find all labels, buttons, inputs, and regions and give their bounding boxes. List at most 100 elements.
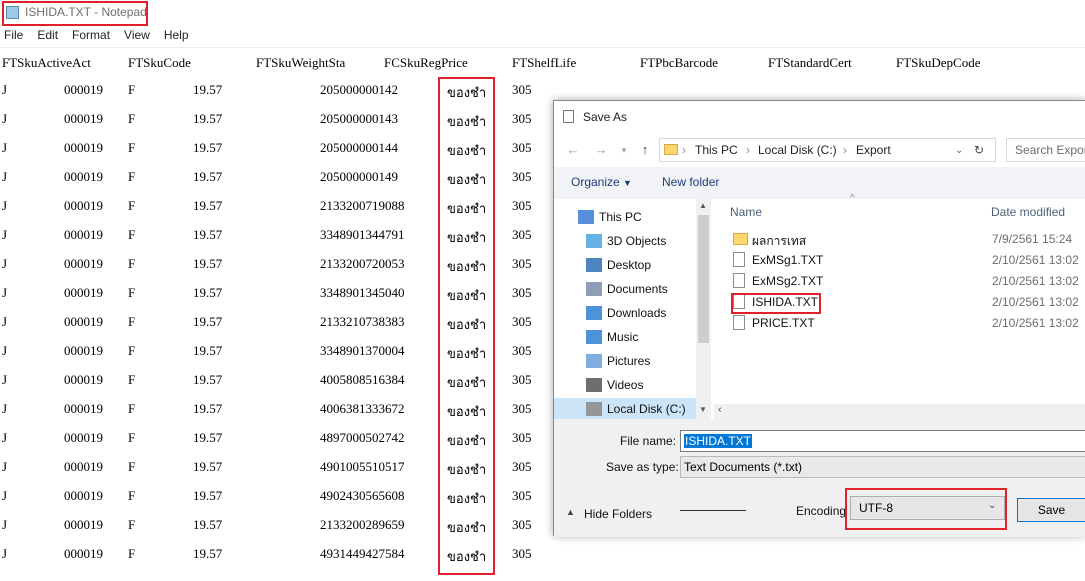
row-sku-code: 000019 — [64, 198, 103, 213]
menu-file[interactable]: File — [4, 28, 23, 46]
header-ftskuactiveact: FTSkuActiveAct — [2, 55, 91, 70]
file-name-input[interactable]: ISHIDA.TXT — [680, 430, 1085, 452]
navigation-pane: This PC 3D Objects Desktop Documents Downloa… — [554, 199, 696, 420]
row-weight-flag: F — [128, 430, 136, 445]
menu-view[interactable]: View — [124, 28, 150, 46]
organize-label: Organize — [571, 175, 620, 189]
row-shelf-life: 305 — [512, 546, 532, 561]
divider-line — [680, 510, 746, 511]
row-weight-flag: F — [128, 546, 136, 561]
desktop-icon — [586, 258, 602, 272]
column-name[interactable]: Name — [730, 205, 762, 219]
save-button[interactable]: Save — [1017, 498, 1085, 522]
text-file-icon — [733, 273, 745, 288]
row-barcode: 4901005510517 — [320, 459, 405, 474]
file-row[interactable]: PRICE.TXT 2/10/2561 13:02 — [714, 313, 1085, 334]
file-row[interactable]: ExMSg1.TXT 2/10/2561 13:02 — [714, 250, 1085, 271]
row-sku-code: 000019 — [64, 256, 103, 271]
crumb-this-pc[interactable]: This PC — [695, 143, 738, 157]
row-sku-code: 000019 — [64, 459, 103, 474]
column-date-modified[interactable]: Date modified — [991, 205, 1065, 219]
row-weight-flag: F — [128, 140, 136, 155]
nav-item-label: Downloads — [607, 306, 667, 320]
recent-chevron-icon[interactable]: ▾ — [614, 145, 634, 156]
nav-item[interactable]: Music — [554, 326, 696, 348]
row-weight-flag: F — [128, 256, 136, 271]
price-highlight-box — [438, 77, 495, 575]
forward-arrow-icon[interactable]: → — [591, 142, 611, 157]
nav-item[interactable]: Downloads — [554, 302, 696, 324]
address-bar[interactable]: › This PC › Local Disk (C:) › Export ⌄ ↻ — [659, 138, 996, 162]
file-name: ExMSg1.TXT — [752, 253, 824, 267]
dialog-file-icon — [563, 110, 574, 123]
crumb-local-disk[interactable]: Local Disk (C:) — [758, 143, 837, 157]
row-price: 19.57 — [193, 546, 223, 561]
row-sku-code: 000019 — [64, 546, 103, 561]
nav-item-label: Videos — [607, 378, 644, 392]
row-barcode: 205000000144 — [320, 140, 398, 155]
file-row[interactable]: ผลการเทส 7/9/2561 15:24 — [714, 229, 1085, 250]
download-icon — [586, 306, 602, 320]
row-flag: J — [2, 140, 8, 155]
row-shelf-life: 305 — [512, 459, 532, 474]
row-flag: J — [2, 343, 8, 358]
nav-scroll-thumb[interactable] — [698, 215, 709, 343]
row-shelf-life: 305 — [512, 285, 532, 300]
crumb-export[interactable]: Export — [856, 143, 891, 157]
menu-format[interactable]: Format — [72, 28, 110, 46]
nav-item-label: Documents — [607, 282, 668, 296]
row-sku-code: 000019 — [64, 111, 103, 126]
back-arrow-icon[interactable]: ← — [563, 142, 583, 157]
row-weight-flag: F — [128, 227, 136, 242]
dialog-title: Save As — [583, 110, 628, 124]
scroll-up-icon[interactable]: ▲ — [699, 201, 707, 210]
nav-item[interactable]: Pictures — [554, 350, 696, 372]
row-barcode: 2133210738383 — [320, 314, 405, 329]
row-shelf-life: 305 — [512, 517, 532, 532]
nav-item-label: Desktop — [607, 258, 652, 272]
row-price: 19.57 — [193, 459, 223, 474]
videos-icon — [586, 378, 602, 392]
row-sku-code: 000019 — [64, 372, 103, 387]
row-price: 19.57 — [193, 285, 223, 300]
encoding-label: Encoding — [796, 504, 847, 518]
computer-icon — [578, 210, 594, 224]
hide-folders-button[interactable]: Hide Folders — [584, 507, 652, 521]
search-input[interactable]: Search Export — [1006, 138, 1085, 162]
row-shelf-life: 305 — [512, 111, 532, 126]
menu-help[interactable]: Help — [164, 28, 189, 46]
nav-item[interactable]: Desktop — [554, 254, 696, 276]
row-weight-flag: F — [128, 285, 136, 300]
crumb-separator-icon: › — [746, 143, 750, 157]
nav-item[interactable]: Videos — [554, 374, 696, 396]
file-name-label: File name: — [620, 434, 677, 448]
nav-item[interactable]: Local Disk (C:) — [554, 398, 696, 420]
scroll-left-icon[interactable]: ‹ — [718, 404, 722, 416]
row-barcode: 4902430565608 — [320, 488, 405, 503]
horizontal-scrollbar[interactable]: ‹ — [714, 404, 1085, 419]
nav-item[interactable]: 3D Objects — [554, 230, 696, 252]
row-barcode: 205000000142 — [320, 82, 398, 97]
header-ftstandardcert: FTStandardCert — [768, 55, 852, 70]
header-ftskuweightsta: FTSkuWeightSta — [256, 55, 346, 70]
up-arrow-icon[interactable]: ↑ — [635, 142, 655, 157]
row-sku-code: 000019 — [64, 314, 103, 329]
row-flag: J — [2, 169, 8, 184]
save-type-select[interactable]: Text Documents (*.txt) — [680, 456, 1085, 478]
address-dropdown-icon[interactable]: ⌄ — [955, 145, 963, 156]
refresh-icon[interactable]: ↻ — [974, 143, 984, 157]
new-folder-button[interactable]: New folder — [662, 175, 719, 189]
nav-item[interactable]: Documents — [554, 278, 696, 300]
organize-button[interactable]: Organize ▼ — [571, 175, 632, 189]
menu-edit[interactable]: Edit — [37, 28, 58, 46]
row-sku-code: 000019 — [64, 227, 103, 242]
row-barcode: 3348901344791 — [320, 227, 405, 242]
row-weight-flag: F — [128, 82, 136, 97]
file-row[interactable]: ExMSg2.TXT 2/10/2561 13:02 — [714, 271, 1085, 292]
scroll-down-icon[interactable]: ▼ — [699, 405, 707, 414]
row-shelf-life: 305 — [512, 140, 532, 155]
nav-item-label: Music — [607, 330, 639, 344]
chevron-up-icon[interactable]: ▲ — [566, 507, 575, 517]
row-sku-code: 000019 — [64, 517, 103, 532]
nav-item[interactable]: This PC — [554, 206, 696, 228]
